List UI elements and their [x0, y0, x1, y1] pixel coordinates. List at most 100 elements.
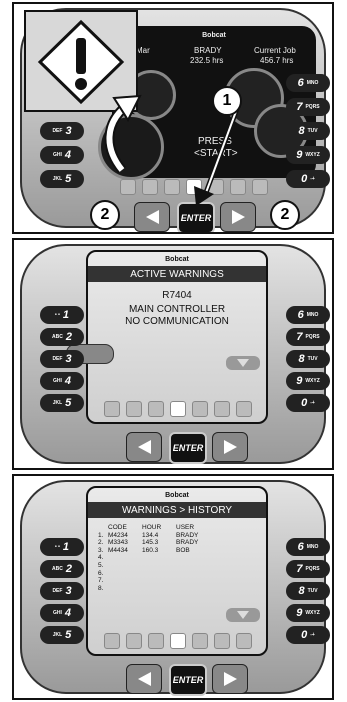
key-8[interactable]: 8 TUV — [286, 582, 330, 600]
bobcat-logo: Bobcat — [202, 32, 226, 39]
menu-icon[interactable] — [235, 633, 252, 649]
key-3[interactable]: DEF 3 — [40, 582, 84, 600]
history-table: CODE HOUR USER 1. M4234 134.4 BRADY 2. M3343 1… — [98, 524, 216, 592]
header-date: Mar — [136, 46, 150, 55]
menu-icon[interactable] — [125, 633, 142, 649]
menu-icon[interactable] — [125, 401, 142, 417]
key-1[interactable]: • • 1 — [40, 306, 84, 324]
table-row: 3. M4434 160.3 BOB — [98, 547, 216, 555]
cell-hour — [142, 570, 176, 578]
key-4[interactable]: GHI 4 — [40, 604, 84, 622]
cell-code: M4234 — [108, 531, 128, 539]
cell-num: 2. — [98, 539, 104, 547]
key-6[interactable]: 6 MNO — [286, 74, 330, 92]
menu-icon[interactable] — [163, 179, 180, 195]
icon-row — [90, 632, 265, 650]
menu-icon[interactable] — [213, 401, 230, 417]
cell-user — [176, 562, 216, 570]
key-4[interactable]: GHI 4 — [40, 146, 84, 164]
warning-line-2: NO COMMUNICATION — [125, 316, 229, 327]
cell-num: 7. — [98, 577, 104, 585]
cell-num: 5. — [98, 561, 104, 569]
header-operator-hours: 232.5 hrs — [190, 56, 224, 65]
cell-code: M3343 — [108, 539, 128, 547]
key-5[interactable]: JKL 5 — [40, 626, 84, 644]
table-row: 6. — [98, 570, 216, 578]
menu-icon[interactable] — [103, 401, 120, 417]
menu-icon[interactable] — [147, 401, 164, 417]
enter-button[interactable]: ENTER — [169, 664, 207, 696]
menu-icon[interactable] — [191, 401, 208, 417]
key-7[interactable]: 7 PQRS — [286, 328, 330, 346]
menu-icon[interactable] — [191, 633, 208, 649]
key-1[interactable]: • • 1 — [40, 538, 84, 556]
key-7[interactable]: 7 PQRS — [286, 98, 330, 116]
menu-icon[interactable] — [213, 633, 230, 649]
table-header: CODE HOUR USER — [98, 524, 216, 532]
left-arrow-button[interactable] — [134, 202, 170, 232]
warnings-screen: Bobcat ACTIVE WARNINGS R7404 MAIN CONTRO… — [86, 250, 268, 424]
key-2[interactable]: ABC 2 — [40, 560, 84, 578]
cell-user — [176, 570, 216, 578]
arrow-left-icon — [137, 672, 151, 686]
menu-icon[interactable] — [103, 633, 120, 649]
key-7[interactable]: 7 PQRS — [286, 560, 330, 578]
right-arrow-button[interactable] — [212, 432, 248, 462]
key-3[interactable]: DEF 3 — [40, 350, 84, 368]
menu-icon[interactable] — [147, 633, 164, 649]
enter-button[interactable]: ENTER — [169, 432, 207, 464]
key-5[interactable]: JKL 5 — [40, 394, 84, 412]
cell-code — [108, 570, 142, 578]
key-6[interactable]: 6 MNO — [286, 538, 330, 556]
left-arrow-button[interactable] — [126, 664, 162, 694]
chevron-down-icon — [237, 359, 249, 367]
callout-2-right: 2 — [270, 200, 300, 230]
cell-num: 6. — [98, 569, 104, 577]
key-0[interactable]: 0 -+ — [286, 170, 330, 188]
warning-select-icon[interactable] — [169, 401, 186, 417]
history-screen: Bobcat WARNINGS > HISTORY CODE HOUR USER… — [86, 486, 268, 656]
cell-user: BOB — [176, 546, 190, 554]
key-9[interactable]: 9 WXYZ — [286, 372, 330, 390]
key-0[interactable]: 0 -+ — [286, 394, 330, 412]
screen-title-bar: WARNINGS > HISTORY — [88, 502, 266, 518]
chevron-down-icon — [237, 611, 249, 619]
left-arrow-button[interactable] — [126, 432, 162, 462]
callout-1: 1 — [212, 86, 242, 116]
key-9[interactable]: 9 WXYZ — [286, 604, 330, 622]
cell-num: 8. — [98, 584, 104, 592]
menu-icon[interactable] — [251, 179, 268, 195]
key-4[interactable]: GHI 4 — [40, 372, 84, 390]
key-0[interactable]: 0 -+ — [286, 626, 330, 644]
callout-2-left: 2 — [90, 200, 120, 230]
key-8[interactable]: 8 TUV — [286, 122, 330, 140]
table-row: 8. — [98, 585, 216, 593]
arrow-left-icon — [137, 440, 151, 454]
column-header-code: CODE — [108, 524, 127, 531]
key-9[interactable]: 9 WXYZ — [286, 146, 330, 164]
key-5[interactable]: JKL 5 — [40, 170, 84, 188]
cell-hour — [142, 554, 176, 562]
history-rows: 1. M4234 134.4 BRADY 2. M3343 145.3 BRADY 3. M443… — [98, 532, 216, 593]
cell-hour — [142, 585, 176, 593]
warning-line-1: MAIN CONTROLLER — [128, 304, 226, 315]
key-6[interactable]: 6 MNO — [286, 306, 330, 324]
key-8[interactable]: 8 TUV — [286, 350, 330, 368]
cell-user — [176, 577, 216, 585]
key-2[interactable]: ABC 2 — [40, 328, 84, 346]
screen-title: WARNINGS > HISTORY — [121, 504, 233, 516]
screen-title-bar: ACTIVE WARNINGS — [88, 266, 266, 282]
cell-user: BRADY — [176, 531, 199, 539]
scroll-down-button[interactable] — [226, 608, 260, 622]
scroll-down-button[interactable] — [226, 356, 260, 370]
panel-active-warnings: Bobcat ACTIVE WARNINGS R7404 MAIN CONTRO… — [12, 238, 334, 470]
menu-icon[interactable] — [141, 179, 158, 195]
menu-icon[interactable] — [119, 179, 136, 195]
icon-row — [90, 400, 265, 418]
table-row: 1. M4234 134.4 BRADY — [98, 532, 216, 540]
right-arrow-button[interactable] — [212, 664, 248, 694]
arrow-right-icon — [223, 672, 237, 686]
key-3[interactable]: DEF 3 — [40, 122, 84, 140]
menu-icon[interactable] — [235, 401, 252, 417]
warning-select-icon[interactable] — [169, 633, 186, 649]
